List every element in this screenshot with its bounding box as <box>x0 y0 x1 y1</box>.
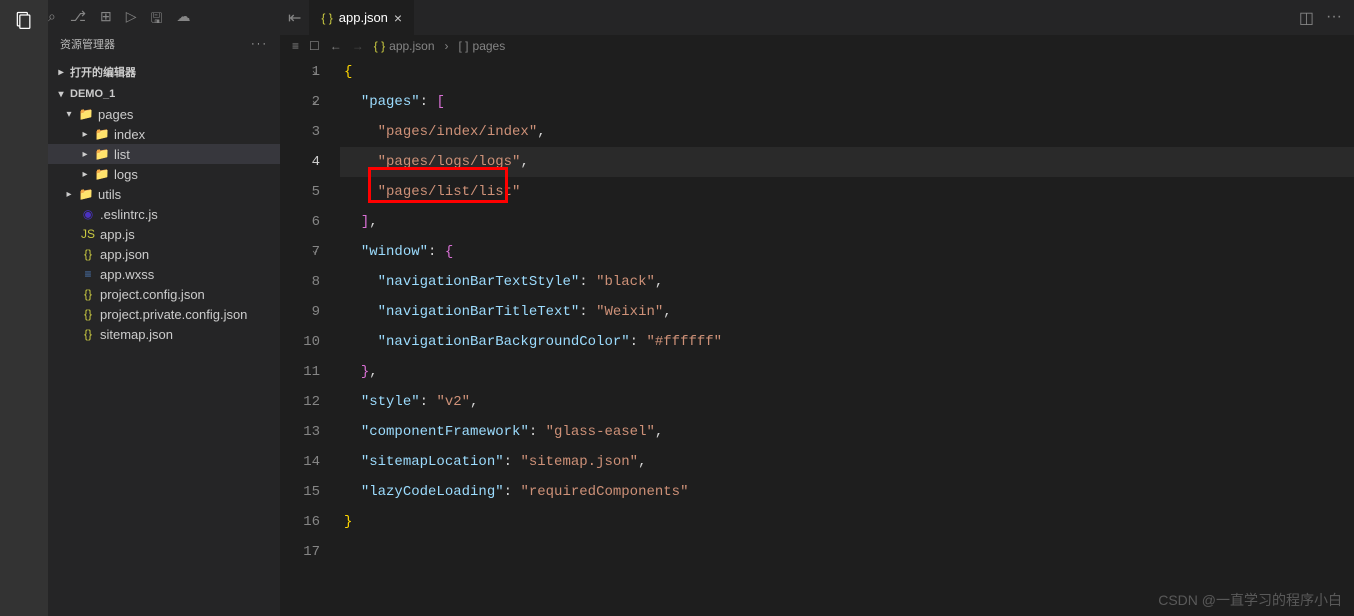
folder-utils[interactable]: ▸ 📁 utils <box>48 184 280 204</box>
file-eslintrc[interactable]: ◉ .eslintrc.js <box>48 204 280 224</box>
back-icon[interactable]: ← <box>330 39 342 53</box>
scm-icon[interactable]: ⎇ <box>70 8 86 32</box>
chevron-down-icon: ▾ <box>64 109 74 120</box>
split-icon[interactable]: ◫ <box>1299 8 1314 28</box>
chevron-right-icon: ▸ <box>80 149 90 160</box>
code-content[interactable]: { "pages": [ "pages/index/index", "pages… <box>340 57 1354 616</box>
breadcrumb-path[interactable]: [ ] pages <box>459 39 506 53</box>
file-appjson[interactable]: {} app.json <box>48 244 280 264</box>
chevron-right-icon: ▸ <box>56 67 66 78</box>
fold-icon[interactable]: ⌄ <box>312 57 318 87</box>
json-icon: { } <box>374 39 385 53</box>
folder-icon: 📁 <box>78 106 94 122</box>
json-icon: { } <box>321 11 332 25</box>
forward-icon[interactable]: → <box>352 39 364 53</box>
gutter: ⌄1 ⌄2 3 4 5 6 ⌄7 8 9 10 11 12 13 14 15 1… <box>280 57 340 616</box>
project-section[interactable]: ▾ DEMO_1 <box>48 84 280 104</box>
json-icon: {} <box>80 326 96 342</box>
file-projectprivate[interactable]: {} project.private.config.json <box>48 304 280 324</box>
folder-list[interactable]: ▸ 📁 list <box>48 144 280 164</box>
more-icon[interactable]: ··· <box>1326 8 1342 28</box>
debug-icon[interactable]: ▷ <box>126 8 137 32</box>
bookmark-icon[interactable]: ☐ <box>309 39 320 53</box>
tabs-bar: ⇤ { } app.json × ◫ ··· <box>280 0 1354 35</box>
collapse-icon[interactable]: ⇤ <box>288 8 301 28</box>
sidebar: 资源管理器 ··· ▸ 打开的编辑器 ▾ DEMO_1 ▾ 📁 pages ▸ … <box>48 0 280 616</box>
more-icon[interactable]: ··· <box>251 38 268 50</box>
chevron-right-icon: ▸ <box>64 189 74 200</box>
file-sitemap[interactable]: {} sitemap.json <box>48 324 280 344</box>
top-toolbar: ⌕ ⎇ ⊞ ▷ 🖫 ☁ <box>48 8 190 32</box>
breadcrumb-sep: › <box>445 39 449 53</box>
file-appjs[interactable]: JS app.js <box>48 224 280 244</box>
list-icon[interactable]: ≡ <box>292 39 299 53</box>
sidebar-title: 资源管理器 <box>60 36 115 52</box>
explorer-icon[interactable] <box>12 8 36 32</box>
fold-icon[interactable]: ⌄ <box>312 237 318 267</box>
chevron-down-icon: ▾ <box>56 89 66 100</box>
breadcrumb-file[interactable]: { } app.json <box>374 39 435 53</box>
editor-body[interactable]: ⌄1 ⌄2 3 4 5 6 ⌄7 8 9 10 11 12 13 14 15 1… <box>280 57 1354 616</box>
file-appwxss[interactable]: ≡ app.wxss <box>48 264 280 284</box>
tab-appjson[interactable]: { } app.json × <box>309 0 415 35</box>
close-icon[interactable]: × <box>394 10 402 26</box>
chevron-right-icon: ▸ <box>80 129 90 140</box>
editor-area: ⇤ { } app.json × ◫ ··· ≡ ☐ ← → { } app.j… <box>280 0 1354 616</box>
folder-icon: 📁 <box>94 146 110 162</box>
json-icon: {} <box>80 246 96 262</box>
array-icon: [ ] <box>459 39 469 53</box>
open-editors-section[interactable]: ▸ 打开的编辑器 <box>48 60 280 84</box>
folder-index[interactable]: ▸ 📁 index <box>48 124 280 144</box>
eslint-icon: ◉ <box>80 206 96 222</box>
chevron-right-icon: ▸ <box>80 169 90 180</box>
save-icon[interactable]: 🖫 <box>151 8 163 32</box>
json-icon: {} <box>80 306 96 322</box>
folder-icon: 📁 <box>94 166 110 182</box>
file-projectconfig[interactable]: {} project.config.json <box>48 284 280 304</box>
box-icon[interactable]: ⊞ <box>100 8 112 32</box>
json-icon: {} <box>80 286 96 302</box>
folder-icon: 📁 <box>94 126 110 142</box>
wxss-icon: ≡ <box>80 266 96 282</box>
watermark: CSDN @一直学习的程序小白 <box>1158 590 1342 610</box>
sidebar-header: 资源管理器 ··· <box>48 28 280 60</box>
folder-logs[interactable]: ▸ 📁 logs <box>48 164 280 184</box>
fold-icon[interactable]: ⌄ <box>312 87 318 117</box>
js-icon: JS <box>80 226 96 242</box>
folder-pages[interactable]: ▾ 📁 pages <box>48 104 280 124</box>
breadcrumb-bar: ≡ ☐ ← → { } app.json › [ ] pages <box>280 35 1354 57</box>
cloud-icon[interactable]: ☁ <box>176 8 190 32</box>
search-icon[interactable]: ⌕ <box>48 8 56 32</box>
activity-bar <box>0 0 48 616</box>
folder-icon: 📁 <box>78 186 94 202</box>
